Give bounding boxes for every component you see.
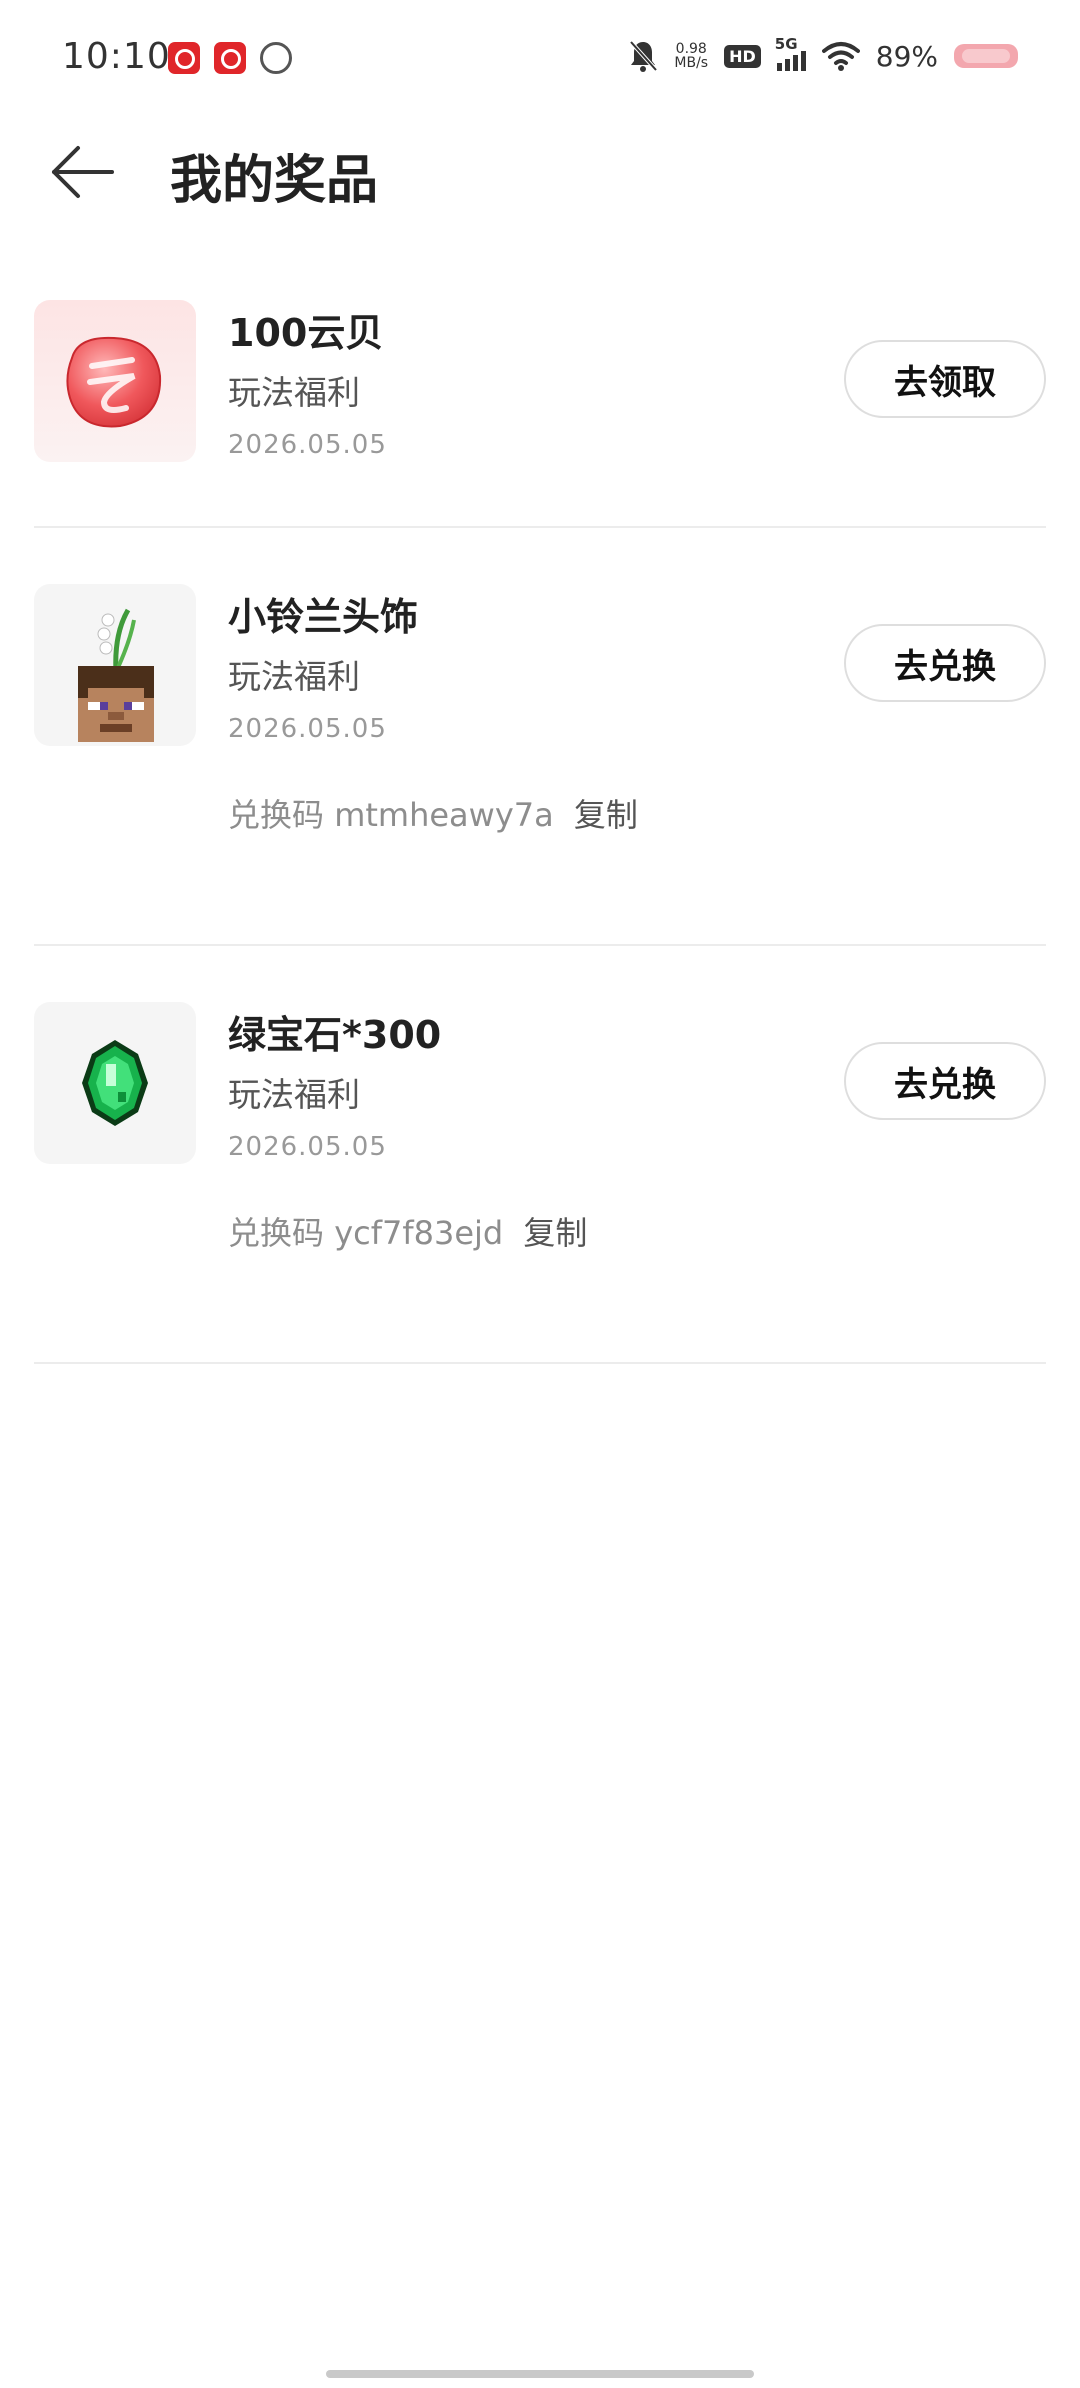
prize-date: 2026.05.05: [228, 714, 387, 744]
network-type: 5G: [774, 35, 798, 53]
redeem-code-row: 兑换码 mtmheawy7a 复制: [228, 790, 638, 836]
arrow-left-icon: [52, 146, 114, 198]
emerald-gem-icon: [82, 1040, 148, 1126]
cellular-signal-icon: 5G: [775, 35, 806, 71]
back-button[interactable]: [48, 142, 118, 202]
prize-item: 小铃兰头饰 玩法福利 2026.05.05 去兑换 兑换码 mtmheawy7a…: [34, 584, 1046, 946]
redeem-button[interactable]: 去兑换: [844, 1042, 1046, 1120]
bell-muted-icon: [629, 40, 658, 72]
network-speed-unit: MB/s: [674, 55, 709, 71]
prize-date: 2026.05.05: [228, 1132, 387, 1162]
redeem-code-label: 兑换码: [228, 1214, 325, 1252]
copy-code-button[interactable]: 复制: [523, 1214, 587, 1252]
hd-badge: HD: [724, 44, 761, 68]
lily-of-valley-headwear-icon: [78, 608, 154, 742]
battery-icon: [954, 44, 1018, 68]
signal-bar: [776, 63, 782, 71]
battery-percentage: 89%: [875, 39, 938, 73]
prize-item: 100云贝 玩法福利 2026.05.05 去领取: [34, 300, 1046, 528]
prize-subtitle: 玩法福利: [228, 657, 360, 696]
copy-code-button[interactable]: 复制: [574, 796, 638, 834]
page-header: 我的奖品: [0, 120, 1080, 230]
prize-item: 绿宝石*300 玩法福利 2026.05.05 去兑换 兑换码 ycf7f83e…: [34, 1002, 1046, 1364]
prize-name: 绿宝石*300: [228, 1013, 442, 1057]
redeem-code: ycf7f83ejd: [334, 1214, 504, 1252]
prize-thumbnail: [34, 1002, 196, 1164]
prize-thumbnail: [34, 584, 196, 746]
network-speed-value: 0.98: [675, 41, 707, 57]
redeem-code: mtmheawy7a: [334, 796, 554, 834]
gesture-navigation-bar[interactable]: [326, 2370, 754, 2378]
prize-name: 小铃兰头饰: [228, 595, 419, 639]
signal-bar: [792, 55, 798, 71]
prize-name: 100云贝: [228, 311, 384, 355]
redeem-code-label: 兑换码: [228, 796, 325, 834]
prize-subtitle: 玩法福利: [228, 373, 360, 412]
page-title: 我的奖品: [170, 151, 379, 211]
cloud-shell-coin-icon: [66, 336, 162, 428]
signal-bar: [784, 59, 790, 71]
redeem-code-row: 兑换码 ycf7f83ejd 复制: [228, 1208, 587, 1254]
redeem-button[interactable]: 去兑换: [844, 624, 1046, 702]
network-speed: 0.98 MB/s: [674, 42, 708, 70]
data-transfer-icon: [260, 42, 292, 74]
claim-button[interactable]: 去领取: [844, 340, 1046, 418]
netease-music-notification-icon: [214, 42, 246, 74]
wifi-icon: [821, 42, 860, 71]
prize-date: 2026.05.05: [228, 430, 387, 460]
status-time: 10:10: [62, 36, 171, 77]
prize-list: 100云贝 玩法福利 2026.05.05 去领取 小铃兰头饰 玩法福利 202…: [34, 300, 1046, 1364]
netease-music-notification-icon: [168, 42, 200, 74]
prize-subtitle: 玩法福利: [228, 1075, 360, 1114]
status-bar: 10:10 0.98 MB/s HD 5G 89%: [0, 0, 1080, 120]
status-right-cluster: 0.98 MB/s HD 5G 89%: [628, 35, 1018, 76]
prize-thumbnail: [34, 300, 196, 462]
signal-bar: [800, 51, 806, 71]
